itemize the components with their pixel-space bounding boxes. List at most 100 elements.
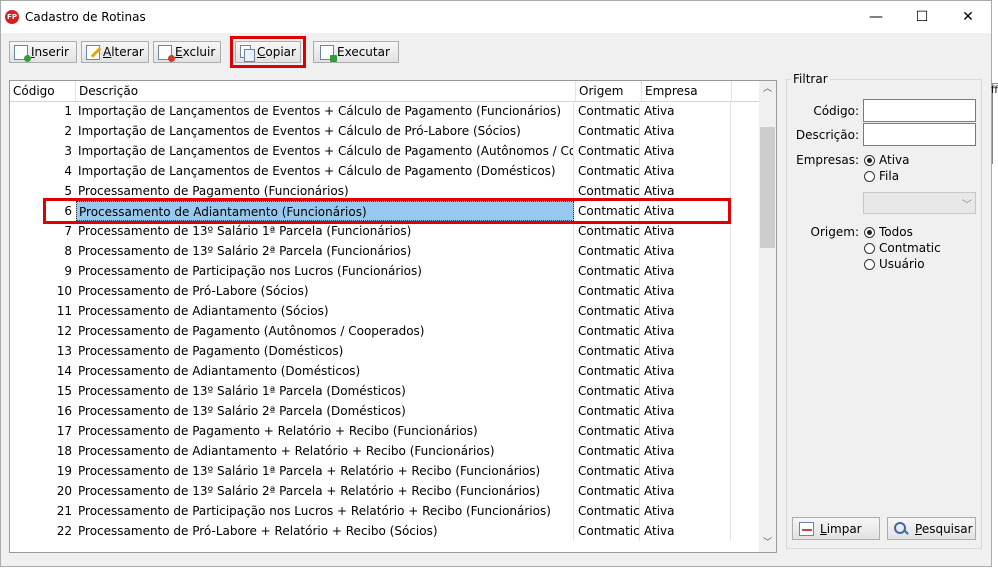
- col-header-descricao[interactable]: Descrição: [76, 81, 576, 101]
- table-row[interactable]: 17 Processamento de Pagamento + Relatório…: [10, 421, 731, 441]
- excluir-button[interactable]: Excluir: [153, 41, 221, 63]
- cell-empresa: Ativa: [641, 441, 731, 461]
- excluir-rest: xcluir: [182, 45, 216, 59]
- cell-descricao: Processamento de 13º Salário 1ª Parcela …: [76, 461, 574, 481]
- scroll-up-arrow-icon[interactable]: ︿: [759, 81, 776, 98]
- table-row[interactable]: 3 Importação de Lançamentos de Eventos + …: [10, 141, 731, 161]
- alterar-button[interactable]: Alterar: [81, 41, 149, 63]
- inserir-button[interactable]: Inserir: [9, 41, 77, 63]
- table-row[interactable]: 22 Processamento de Pró-Labore + Relatóri…: [10, 521, 731, 541]
- table-row[interactable]: 8 Processamento de 13º Salário 2ª Parcela…: [10, 241, 731, 261]
- cell-descricao: Processamento de 13º Salário 2ª Parcela …: [76, 481, 574, 501]
- cell-codigo: 21: [56, 504, 72, 518]
- excluir-accel: E: [175, 45, 183, 59]
- title-bar: FP Cadastro de Rotinas — ☐ ✕: [1, 1, 991, 33]
- alterar-label: Alterar: [103, 45, 144, 59]
- limpar-accel: L: [820, 521, 827, 536]
- table-row[interactable]: 9 Processamento de Participação nos Lucro…: [10, 261, 731, 281]
- cell-descricao: Importação de Lançamentos de Eventos + C…: [76, 141, 574, 161]
- cell-empresa: Ativa: [641, 501, 731, 521]
- codigo-input[interactable]: [863, 99, 976, 122]
- cell-origem: Contmatic: [575, 441, 640, 461]
- rotinas-grid[interactable]: Código Descrição Origem Empresa 1 Importa…: [9, 80, 777, 553]
- cell-codigo: 20: [56, 484, 72, 498]
- minimize-button[interactable]: —: [853, 1, 899, 33]
- table-row[interactable]: 4 Importação de Lançamentos de Eventos + …: [10, 161, 731, 181]
- col-header-empresa[interactable]: Empresa: [642, 81, 732, 101]
- descricao-input[interactable]: [863, 123, 976, 146]
- table-row[interactable]: 11 Processamento de Adiantamento (Sócios)…: [10, 301, 731, 321]
- cell-origem: Contmatic: [575, 161, 640, 181]
- cell-descricao: Processamento de Pró-Labore (Sócios): [76, 281, 574, 301]
- cell-empresa: Ativa: [641, 481, 731, 501]
- maximize-button[interactable]: ☐: [899, 1, 945, 33]
- cell-codigo: 7: [64, 224, 72, 238]
- search-icon: [894, 521, 909, 536]
- cell-origem: Contmatic: [575, 501, 640, 521]
- cell-descricao: Importação de Lançamentos de Eventos + C…: [76, 101, 574, 121]
- table-row[interactable]: 7 Processamento de 13º Salário 1ª Parcela…: [10, 221, 731, 241]
- edit-doc-icon: [86, 44, 100, 60]
- radio-checked-icon: [864, 226, 875, 238]
- origem-radio-todos-label: Todos: [879, 225, 913, 239]
- table-row[interactable]: 18 Processamento de Adiantamento + Relató…: [10, 441, 731, 461]
- cell-codigo: 19: [56, 464, 72, 478]
- cell-descricao: Processamento de 13º Salário 2ª Parcela …: [76, 401, 574, 421]
- pesquisar-button[interactable]: Pesquisar: [887, 517, 976, 540]
- background-window-edge: ff: [991, 83, 998, 164]
- origem-radio-todos[interactable]: Todos: [864, 225, 913, 239]
- cell-codigo: 13: [56, 344, 72, 358]
- cell-empresa: Ativa: [641, 341, 731, 361]
- cell-origem: Contmatic: [575, 101, 640, 121]
- table-row[interactable]: 12 Processamento de Pagamento (Autônomos …: [10, 321, 731, 341]
- cell-codigo: 18: [56, 444, 72, 458]
- table-row[interactable]: 13 Processamento de Pagamento (Domésticos…: [10, 341, 731, 361]
- background-edge-text: ff: [991, 85, 998, 96]
- origem-radio-contmatic-label: Contmatic: [879, 241, 941, 255]
- empresa-radio-ativa[interactable]: Ativa: [864, 153, 910, 167]
- filter-title: Filtrar: [791, 72, 830, 86]
- cell-codigo: 1: [64, 104, 72, 118]
- empresa-radio-fila[interactable]: Fila: [864, 169, 899, 183]
- col-header-codigo[interactable]: Código: [10, 81, 76, 101]
- scroll-down-arrow-icon[interactable]: ﹀: [759, 535, 776, 552]
- cell-empresa: Ativa: [641, 521, 731, 541]
- cell-descricao: Importação de Lançamentos de Eventos + C…: [76, 161, 574, 181]
- cell-descricao: Processamento de 13º Salário 1ª Parcela …: [76, 221, 574, 241]
- cell-empresa: Ativa: [641, 161, 731, 181]
- table-row[interactable]: 1 Importação de Lançamentos de Eventos + …: [10, 101, 731, 121]
- executar-button[interactable]: Executar: [313, 41, 399, 63]
- cell-empresa: Ativa: [641, 121, 731, 141]
- table-row[interactable]: 21 Processamento de Participação nos Lucr…: [10, 501, 731, 521]
- col-header-origem[interactable]: Origem: [576, 81, 642, 101]
- cell-codigo: 11: [56, 304, 72, 318]
- table-row[interactable]: 19 Processamento de 13º Salário 1ª Parcel…: [10, 461, 731, 481]
- cell-codigo: 14: [56, 364, 72, 378]
- origem-radio-usuario-label: Usuário: [879, 257, 925, 271]
- cell-origem: Contmatic: [575, 241, 640, 261]
- table-row[interactable]: 14 Processamento de Adiantamento (Domésti…: [10, 361, 731, 381]
- table-row[interactable]: 20 Processamento de 13º Salário 2ª Parcel…: [10, 481, 731, 501]
- insert-doc-icon: [14, 44, 31, 62]
- table-row[interactable]: 10 Processamento de Pró-Labore (Sócios) Co…: [10, 281, 731, 301]
- limpar-button[interactable]: Limpar: [792, 517, 880, 540]
- origem-radio-contmatic[interactable]: Contmatic: [864, 241, 941, 255]
- codigo-label: Código:: [813, 104, 859, 118]
- origem-radio-usuario[interactable]: Usuário: [864, 257, 925, 271]
- radio-unchecked-icon: [864, 258, 875, 270]
- table-row[interactable]: 15 Processamento de 13º Salário 1ª Parcel…: [10, 381, 731, 401]
- cell-empresa: Ativa: [641, 381, 731, 401]
- scroll-thumb[interactable]: [760, 127, 775, 248]
- cell-codigo: 17: [56, 424, 72, 438]
- cell-empresa: Ativa: [641, 101, 731, 121]
- cell-codigo: 15: [56, 384, 72, 398]
- executar-label: Executar: [337, 45, 390, 59]
- close-button[interactable]: ✕: [945, 1, 991, 33]
- cell-descricao: Processamento de Pró-Labore + Relatório …: [76, 521, 574, 541]
- table-row[interactable]: 2 Importação de Lançamentos de Eventos + …: [10, 121, 731, 141]
- table-row[interactable]: 16 Processamento de 13º Salário 2ª Parcel…: [10, 401, 731, 421]
- grid-vertical-scrollbar[interactable]: ︿ ﹀: [759, 81, 776, 552]
- cell-codigo: 22: [56, 524, 72, 538]
- fila-combobox[interactable]: ﹀: [863, 192, 976, 214]
- copiar-highlight-box: [230, 36, 306, 68]
